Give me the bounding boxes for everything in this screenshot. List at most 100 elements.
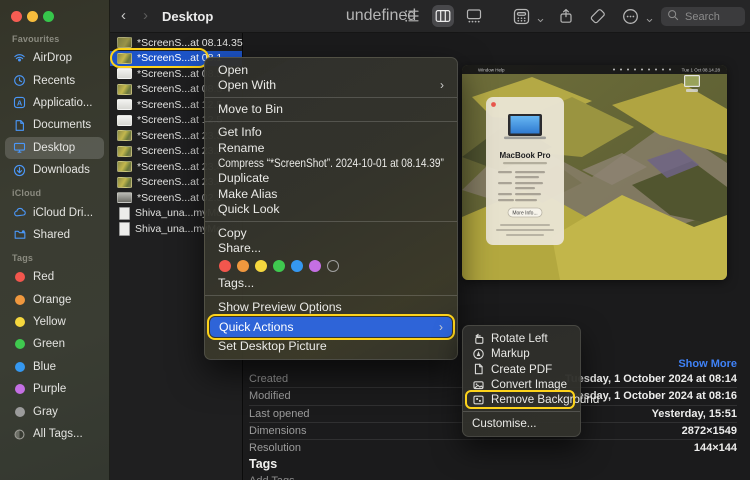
metadata-label: Created <box>249 373 288 385</box>
search-input[interactable] <box>683 10 745 24</box>
metadata-row-resolution: Resolution144×144 <box>249 439 737 456</box>
menu-item-label: Set Desktop Picture <box>218 339 327 354</box>
tag-color-dot[interactable] <box>309 260 321 272</box>
chevron-down-icon <box>536 12 545 21</box>
menu-item-open[interactable]: Open <box>205 63 457 78</box>
tag-color-dot[interactable] <box>237 260 249 272</box>
sidebar-item-blue[interactable]: Blue <box>5 356 104 378</box>
sidebar-item-shared[interactable]: Shared <box>5 224 104 246</box>
minimize-button[interactable] <box>27 11 38 22</box>
image-thumbnail-icon <box>117 37 132 48</box>
menu-item-quick-actions[interactable]: Quick Actions› <box>210 317 452 337</box>
menu-item-get-info[interactable]: Get Info <box>205 125 457 140</box>
tag-color-none[interactable] <box>327 260 339 272</box>
image-thumbnail-icon <box>117 146 132 157</box>
menu-item-move-to-bin[interactable]: Move to Bin <box>205 102 457 117</box>
submenu-item-create-pdf[interactable]: Create PDF <box>463 362 580 377</box>
file-row-screens-at-08-14-35[interactable]: *ScreenS...at 08.14.35 <box>110 35 242 51</box>
tag-color-dot[interactable] <box>255 260 267 272</box>
sidebar-item-icloud-dri[interactable]: iCloud Dri... <box>5 201 104 223</box>
tag-color-dot[interactable] <box>291 260 303 272</box>
document-icon <box>119 207 130 221</box>
zoom-button[interactable] <box>43 11 54 22</box>
menu-item-label: Move to Bin <box>218 102 283 117</box>
sidebar-item-documents[interactable]: Documents <box>5 114 104 136</box>
forward-button[interactable]: › <box>143 7 148 25</box>
icon-view-button[interactable]: undefined <box>370 5 392 27</box>
sidebar-section-tags: TagsRedOrangeYellowGreenBluePurpleGrayAl… <box>0 253 109 445</box>
menu-item-label: Share... <box>218 241 261 256</box>
sidebar-item-green[interactable]: Green <box>5 333 104 355</box>
share-button[interactable] <box>555 5 577 27</box>
back-button[interactable]: ‹ <box>121 7 126 25</box>
list-view-button[interactable] <box>401 5 423 27</box>
tag-dot-icon <box>12 382 27 396</box>
preview-about-close-dot <box>491 102 496 107</box>
menu-item-duplicate[interactable]: Duplicate <box>205 171 457 186</box>
sidebar-item-orange[interactable]: Orange <box>5 289 104 311</box>
show-more-link[interactable]: Show More <box>678 358 737 370</box>
menu-item-rename[interactable]: Rename <box>205 141 457 156</box>
toolbar-actions <box>510 4 654 28</box>
image-thumbnail-icon <box>117 130 132 141</box>
menu-item-open-with[interactable]: Open With› <box>205 78 457 93</box>
sidebar-item-label: Green <box>33 338 65 350</box>
sidebar-item-label: Documents <box>33 119 91 131</box>
sidebar-item-label: Downloads <box>33 164 90 176</box>
menu-item-label: Tags... <box>218 276 254 291</box>
submenu-item-markup[interactable]: Markup <box>463 346 580 361</box>
downloads-icon <box>12 163 27 177</box>
menu-item-set-desktop-picture[interactable]: Set Desktop Picture <box>205 339 457 354</box>
preview-menubar-clock: Tue 1 Oct 08.14.28 <box>682 68 721 73</box>
add-tags-partial[interactable]: Add Tags... <box>249 475 304 480</box>
menu-separator <box>205 121 457 122</box>
more-button[interactable] <box>619 5 641 27</box>
search-field[interactable] <box>661 7 745 26</box>
sidebar-item-recents[interactable]: Recents <box>5 69 104 91</box>
document-icon <box>119 222 130 236</box>
metadata-label: Resolution <box>249 442 301 454</box>
tag-color-dot[interactable] <box>273 260 285 272</box>
sidebar-item-gray[interactable]: Gray <box>5 400 104 422</box>
preview-about-more-info-button: More Info... <box>512 211 537 217</box>
sidebar-item-label: Applicatio... <box>33 97 92 109</box>
markup-icon <box>472 348 485 360</box>
sidebar-item-yellow[interactable]: Yellow <box>5 311 104 333</box>
sidebar-item-purple[interactable]: Purple <box>5 378 104 400</box>
group-button[interactable] <box>510 5 532 27</box>
metadata-value: Tuesday, 1 October 2024 at 08:14 <box>565 373 737 385</box>
sidebar-item-downloads[interactable]: Downloads <box>5 159 104 181</box>
image-thumbnail-icon <box>117 53 132 64</box>
sidebar-item-airdrop[interactable]: AirDrop <box>5 47 104 69</box>
submenu-item-convert-image[interactable]: Convert Image <box>463 377 580 392</box>
finder-window: FavouritesAirDropRecentsAApplicatio...Do… <box>0 0 750 480</box>
sidebar-item-applicatio[interactable]: AApplicatio... <box>5 92 104 114</box>
menu-item-tags[interactable]: Tags... <box>205 276 457 291</box>
menu-item-show-preview-options[interactable]: Show Preview Options <box>205 300 457 315</box>
sidebar-item-desktop[interactable]: Desktop <box>5 137 104 159</box>
submenu-item-customise[interactable]: Customise... <box>463 415 580 430</box>
menu-item-quick-look[interactable]: Quick Look <box>205 202 457 217</box>
menu-item-label: Compress “*ScreenShot”. 2024-10-01 at 08… <box>218 156 444 171</box>
sidebar: FavouritesAirDropRecentsAApplicatio...Do… <box>0 0 110 480</box>
menu-item-share[interactable]: Share... <box>205 241 457 256</box>
submenu-chevron-icon: › <box>439 317 443 337</box>
tag-button[interactable] <box>587 5 609 27</box>
menu-separator <box>463 411 580 412</box>
metadata-value: 2872×1549 <box>682 425 737 437</box>
submenu-item-remove-background[interactable]: Remove Background <box>463 392 580 407</box>
menu-item-make-alias[interactable]: Make Alias <box>205 187 457 202</box>
sidebar-section-favourites: FavouritesAirDropRecentsAApplicatio...Do… <box>0 34 109 181</box>
gallery-view-button[interactable] <box>463 5 485 27</box>
column-view-button[interactable] <box>432 5 454 27</box>
menu-item-copy[interactable]: Copy <box>205 226 457 241</box>
all-tags-icon <box>12 427 27 441</box>
tag-color-dot[interactable] <box>219 260 231 272</box>
menu-item-compress-screenshot-2024-10-01-at-08-14-39[interactable]: Compress “*ScreenShot”. 2024-10-01 at 08… <box>205 156 457 171</box>
sidebar-item-all-tags[interactable]: All Tags... <box>5 423 104 445</box>
close-button[interactable] <box>11 11 22 22</box>
submenu-item-rotate-left[interactable]: Rotate Left <box>463 331 580 346</box>
tag-dot-icon <box>12 360 27 374</box>
sidebar-item-red[interactable]: Red <box>5 266 104 288</box>
preview-menubar-status-icons <box>613 69 671 71</box>
